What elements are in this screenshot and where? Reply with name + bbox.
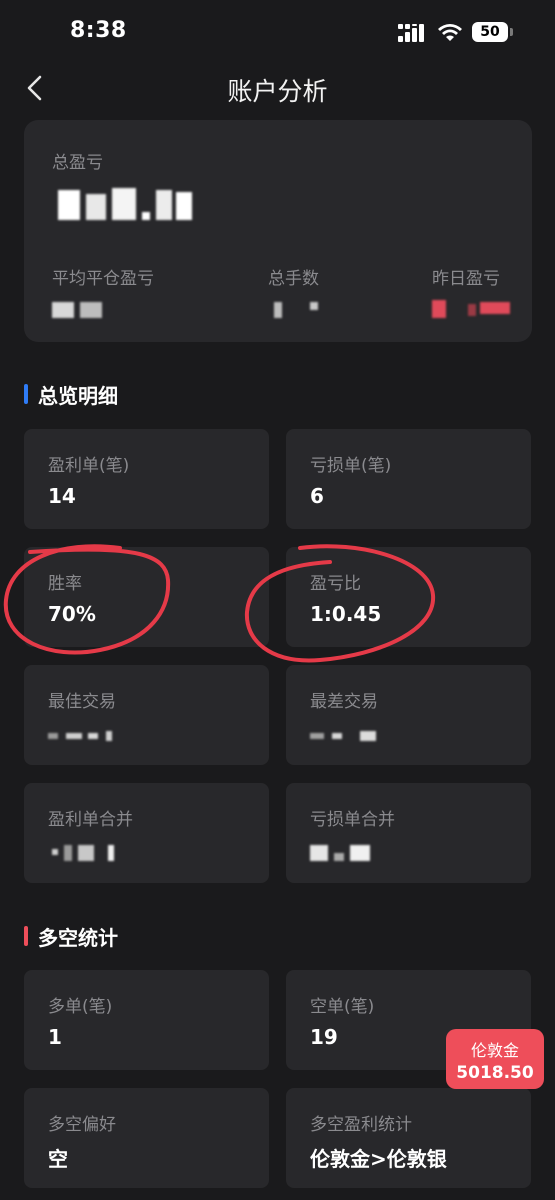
badge-symbol: 伦敦金 xyxy=(470,1041,519,1060)
cell-label: 最佳交易 xyxy=(48,692,116,712)
total-lots-value-obscured xyxy=(274,300,324,320)
battery-tip xyxy=(510,28,513,36)
wifi-icon xyxy=(438,24,462,41)
best-trade-value-obscured xyxy=(48,731,128,741)
profit-merge-value-obscured xyxy=(52,845,122,863)
cell-value: 伦敦金>伦敦银 xyxy=(310,1147,447,1171)
yesterday-pnl-value-obscured xyxy=(432,298,512,320)
cell-value: 14 xyxy=(48,484,76,508)
long-short-profit-cell: 多空盈利统计 伦敦金>伦敦银 xyxy=(286,1088,531,1188)
long-orders-cell: 多单(笔) 1 xyxy=(24,970,269,1070)
profit-merge-cell: 盈利单合并 xyxy=(24,783,269,883)
floating-price-badge[interactable]: 伦敦金 5018.50 xyxy=(446,1029,544,1089)
cell-value: 1 xyxy=(48,1025,62,1049)
cell-label: 多空偏好 xyxy=(48,1115,116,1135)
cell-value: 空 xyxy=(48,1147,68,1171)
loss-orders-cell: 亏损单(笔) 6 xyxy=(286,429,531,529)
avg-close-pnl-value-obscured xyxy=(52,300,112,320)
total-pnl-label: 总盈亏 xyxy=(52,153,103,173)
cell-label: 亏损单合并 xyxy=(310,810,395,830)
long-short-section-title: 多空统计 xyxy=(38,926,118,950)
loss-merge-cell: 亏损单合并 xyxy=(286,783,531,883)
cell-label: 空单(笔) xyxy=(310,997,375,1017)
status-bar: 8:38 50 xyxy=(0,0,555,64)
long-short-preference-cell: 多空偏好 空 xyxy=(24,1088,269,1188)
cell-label: 盈亏比 xyxy=(310,574,361,594)
battery-level: 50 xyxy=(480,24,500,40)
worst-trade-value-obscured xyxy=(310,731,390,741)
cell-value: 19 xyxy=(310,1025,338,1049)
best-trade-cell: 最佳交易 xyxy=(24,665,269,765)
loss-merge-value-obscured xyxy=(310,845,380,863)
back-chevron-icon[interactable] xyxy=(22,74,50,102)
battery-icon: 50 xyxy=(472,22,508,42)
cell-value: 6 xyxy=(310,484,324,508)
win-rate-cell: 胜率 70% xyxy=(24,547,269,647)
cell-label: 盈利单合并 xyxy=(48,810,133,830)
status-time: 8:38 xyxy=(70,18,127,43)
total-pnl-value-obscured xyxy=(58,186,198,226)
nav-bar: 账户分析 xyxy=(0,64,555,114)
overview-section-title: 总览明细 xyxy=(38,384,118,408)
cell-label: 多空盈利统计 xyxy=(310,1115,412,1135)
pnl-ratio-cell: 盈亏比 1:0.45 xyxy=(286,547,531,647)
yesterday-pnl-label: 昨日盈亏 xyxy=(432,269,500,289)
cell-label: 盈利单(笔) xyxy=(48,456,130,476)
profit-orders-cell: 盈利单(笔) 14 xyxy=(24,429,269,529)
page-title: 账户分析 xyxy=(227,77,328,106)
cellular-signal-icon xyxy=(398,24,424,42)
cell-label: 胜率 xyxy=(48,574,82,594)
cell-label: 多单(笔) xyxy=(48,997,113,1017)
avg-close-pnl-label: 平均平仓盈亏 xyxy=(52,269,154,289)
cell-value: 1:0.45 xyxy=(310,602,382,626)
cell-label: 亏损单(笔) xyxy=(310,456,392,476)
cell-label: 最差交易 xyxy=(310,692,378,712)
worst-trade-cell: 最差交易 xyxy=(286,665,531,765)
cell-value: 70% xyxy=(48,602,96,626)
badge-price: 5018.50 xyxy=(456,1063,534,1083)
total-lots-label: 总手数 xyxy=(268,269,319,289)
summary-card: 总盈亏 平均平仓盈亏 总手数 昨日盈亏 xyxy=(24,120,532,342)
